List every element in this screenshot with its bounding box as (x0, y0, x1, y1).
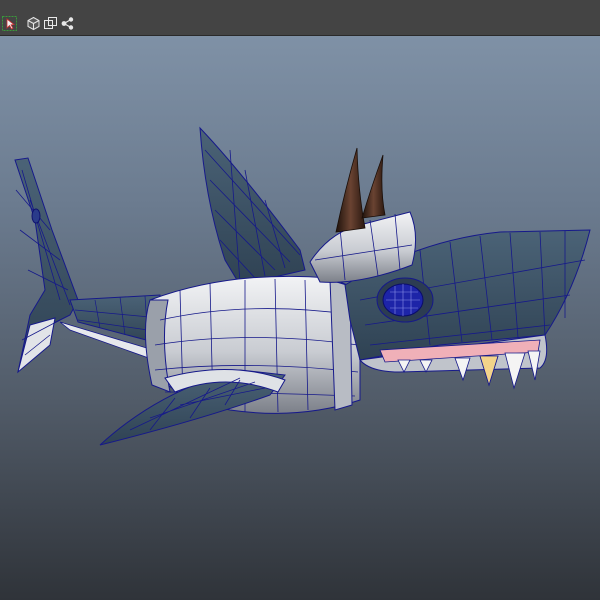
modeling-app-window (0, 0, 600, 600)
horns (335, 147, 386, 233)
node-graph-button[interactable] (60, 16, 75, 31)
select-tool-button[interactable] (2, 16, 17, 31)
cube-view-button[interactable] (26, 16, 41, 31)
dorsal-fin (199, 126, 306, 286)
viewport-toolbar (0, 0, 600, 36)
cube-icon (27, 16, 40, 31)
duplicate-button[interactable] (43, 16, 58, 31)
tail-fin (14, 157, 79, 374)
node-graph-icon (61, 17, 74, 30)
select-tool-icon (2, 16, 17, 31)
shark-model-wireframe (14, 126, 591, 446)
duplicate-icon (44, 17, 57, 29)
3d-viewport[interactable] (0, 36, 600, 600)
eye (376, 277, 434, 323)
